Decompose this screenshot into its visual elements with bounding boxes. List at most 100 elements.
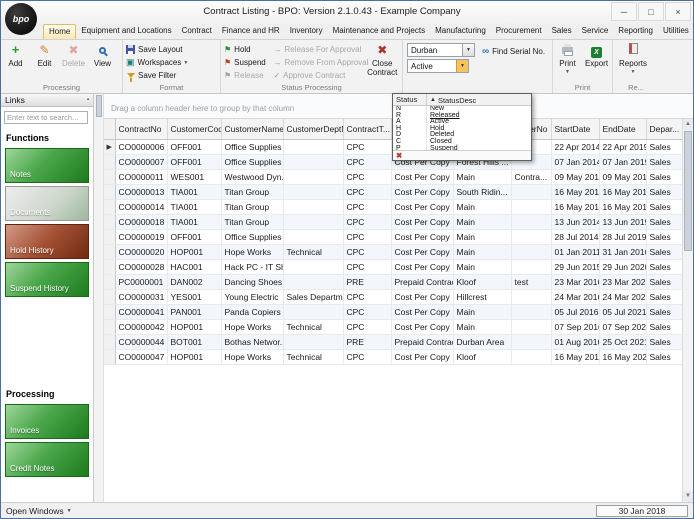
column-header-customercode[interactable]: CustomerCode <box>167 119 221 139</box>
tab-inventory[interactable]: Inventory <box>285 23 328 39</box>
tab-contract[interactable]: Contract <box>177 23 217 39</box>
grid-cell[interactable]: Main <box>453 214 511 229</box>
grid-cell[interactable]: 09 May 2019 <box>599 169 646 184</box>
tab-service[interactable]: Service <box>577 23 614 39</box>
grid-cell[interactable]: Sales <box>646 184 682 199</box>
grid-cell[interactable]: Hillcrest <box>453 289 511 304</box>
grid-cell[interactable] <box>511 199 551 214</box>
grid-cell[interactable] <box>511 319 551 334</box>
column-header-enddate[interactable]: EndDate <box>599 119 646 139</box>
grid-cell[interactable]: CO0000018 <box>115 214 167 229</box>
grid-cell[interactable]: HOP001 <box>167 319 221 334</box>
save-layout-button[interactable]: Save Layout <box>123 43 220 56</box>
sidebar-link-notes[interactable]: Notes <box>5 148 89 183</box>
grid-cell[interactable]: CPC <box>343 199 391 214</box>
grid-cell[interactable]: Main <box>453 229 511 244</box>
grid-row[interactable]: CO0000013TIA001Titan GroupCPCCost Per Co… <box>104 184 682 199</box>
find-serial-button[interactable]: ∞ Find Serial No. <box>479 45 548 58</box>
column-header-contractt[interactable]: ContractT... <box>343 119 391 139</box>
grid-cell[interactable]: 13 Jun 2014 <box>551 214 599 229</box>
grid-row[interactable]: CO0000019OFF001Office Supplies ...CPCCos… <box>104 229 682 244</box>
pin-icon[interactable]: ▪ <box>87 97 89 103</box>
grid-cell[interactable]: PRE <box>343 334 391 349</box>
statusdesc-column-header[interactable]: ▲ StatusDesc <box>427 94 531 105</box>
status-option-hold[interactable]: HHold <box>393 126 531 133</box>
status-option-deleted[interactable]: DDeleted <box>393 132 531 139</box>
grid-cell[interactable] <box>283 154 343 169</box>
add-button[interactable]: + Add <box>1 41 30 83</box>
grid-cell[interactable]: 05 Jul 2021 <box>599 304 646 319</box>
grid-cell[interactable] <box>511 289 551 304</box>
grid-cell[interactable] <box>283 274 343 289</box>
grid-cell[interactable]: CO0000011 <box>115 169 167 184</box>
grid-cell[interactable]: 23 Mar 2016 <box>551 274 599 289</box>
grid-cell[interactable]: 13 Jun 2019 <box>599 214 646 229</box>
grid-cell[interactable]: CPC <box>343 349 391 364</box>
grid-cell[interactable]: 24 Mar 2021 <box>599 289 646 304</box>
grid-cell[interactable]: Cost Per Copy <box>391 259 453 274</box>
grid-cell[interactable]: Cost Per Copy <box>391 184 453 199</box>
grid-cell[interactable]: CO0000044 <box>115 334 167 349</box>
grid-cell[interactable]: PRE <box>343 274 391 289</box>
grid-cell[interactable] <box>283 199 343 214</box>
scroll-down-icon[interactable]: ▼ <box>683 491 693 502</box>
grid-cell[interactable]: 29 Jun 2015 <box>551 259 599 274</box>
grid-row[interactable]: CO0000011WES001Westwood Dyn...CPCCost Pe… <box>104 169 682 184</box>
grid-row[interactable]: CO0000020HOP001Hope WorksTechnicalCPCCos… <box>104 244 682 259</box>
grid-cell[interactable]: HOP001 <box>167 244 221 259</box>
tab-home[interactable]: Home <box>43 24 76 39</box>
hold-button[interactable]: ⚑ Hold <box>221 43 270 56</box>
status-option-closed[interactable]: CClosed <box>393 139 531 146</box>
grid-cell[interactable]: CPC <box>343 319 391 334</box>
grid-row[interactable]: CO0000047HOP001Hope WorksTechnicalCPCCos… <box>104 349 682 364</box>
grid-cell[interactable]: Durban Area <box>453 334 511 349</box>
grid-cell[interactable]: Hack PC - IT Shop <box>221 259 283 274</box>
export-button[interactable]: X Export <box>582 41 611 83</box>
grid-cell[interactable]: CPC <box>343 244 391 259</box>
status-combo-arrow[interactable]: ▼ <box>456 60 468 72</box>
grid-cell[interactable] <box>283 184 343 199</box>
grid-cell[interactable] <box>511 304 551 319</box>
grid-cell[interactable]: Sales <box>646 169 682 184</box>
grid-cell[interactable]: Sales <box>646 139 682 154</box>
grid-row[interactable]: CO0000031YES001Young ElectricSales Depar… <box>104 289 682 304</box>
grid-cell[interactable]: 22 Apr 2014 <box>551 139 599 154</box>
grid-cell[interactable]: CO0000014 <box>115 199 167 214</box>
grid-cell[interactable]: Sales <box>646 319 682 334</box>
tab-sales[interactable]: Sales <box>547 23 577 39</box>
grid-cell[interactable]: Technical <box>283 319 343 334</box>
grid-cell[interactable]: Cost Per Copy <box>391 319 453 334</box>
grid-cell[interactable]: CPC <box>343 259 391 274</box>
grid-cell[interactable]: South Ridin... <box>453 184 511 199</box>
edit-button[interactable]: ✎ Edit <box>30 41 59 83</box>
grid-cell[interactable]: CO0000019 <box>115 229 167 244</box>
grid-cell[interactable] <box>511 259 551 274</box>
status-combo[interactable]: Active ▼ <box>407 59 469 73</box>
release-button[interactable]: ⚑ Release <box>221 69 270 82</box>
grid-cell[interactable]: WES001 <box>167 169 221 184</box>
grid-cell[interactable] <box>511 349 551 364</box>
grid-cell[interactable]: CO0000042 <box>115 319 167 334</box>
scroll-up-icon[interactable]: ▲ <box>683 119 693 130</box>
grid-cell[interactable]: Contra... <box>511 169 551 184</box>
grid-cell[interactable]: Cost Per Copy <box>391 349 453 364</box>
grid-cell[interactable]: 07 Sep 2021 <box>599 319 646 334</box>
grid-cell[interactable]: 16 May 2014 <box>551 184 599 199</box>
grid-cell[interactable]: CPC <box>343 139 391 154</box>
grid-cell[interactable] <box>283 229 343 244</box>
sidebar-scrollbar[interactable] <box>95 94 104 502</box>
grid-cell[interactable]: Kloof <box>453 349 511 364</box>
sidebar-link-hold-history[interactable]: Hold History <box>5 224 89 259</box>
grid-cell[interactable]: 24 Mar 2016 <box>551 289 599 304</box>
column-header-depar[interactable]: Depar... <box>646 119 682 139</box>
grid-cell[interactable]: BOT001 <box>167 334 221 349</box>
grid-cell[interactable]: Sales <box>646 214 682 229</box>
grid-cell[interactable]: Main <box>453 319 511 334</box>
grid-cell[interactable]: Sales <box>646 229 682 244</box>
grid-cell[interactable] <box>283 334 343 349</box>
status-option-active[interactable]: AActive <box>393 119 531 126</box>
grid-cell[interactable]: Prepaid Contract <box>391 274 453 289</box>
grid-cell[interactable]: Sales <box>646 289 682 304</box>
view-button[interactable]: View <box>88 41 117 83</box>
grid-cell[interactable]: Bothas Networ... <box>221 334 283 349</box>
